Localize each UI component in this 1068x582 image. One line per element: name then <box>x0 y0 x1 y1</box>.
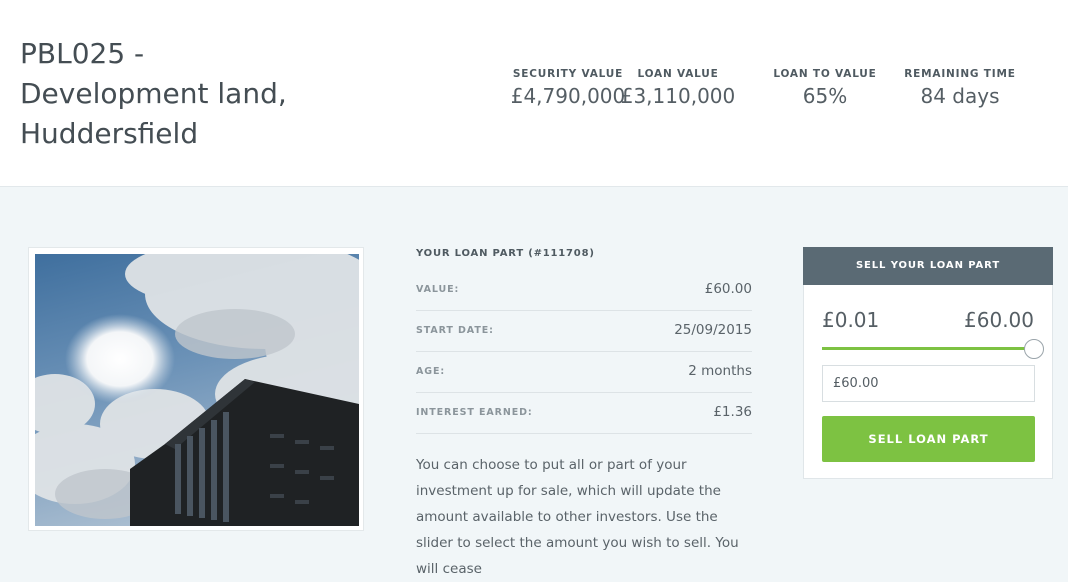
loan-part-heading: YOUR LOAN PART (#111708) <box>416 248 595 259</box>
detail-label: START DATE: <box>416 325 494 336</box>
stat-loan-value: LOAN VALUE £3,110,000 <box>613 68 743 108</box>
detail-value: £1.36 <box>713 404 752 420</box>
title-line-3: Huddersfield <box>20 117 199 150</box>
stat-label: REMAINING TIME <box>904 68 1016 80</box>
sell-panel-heading: SELL YOUR LOAN PART <box>803 247 1053 285</box>
stat-value: £3,110,000 <box>620 84 736 108</box>
detail-label: VALUE: <box>416 284 460 295</box>
title-line-1: PBL025 - <box>20 37 145 70</box>
page-title: PBL025 - Development land, Huddersfield <box>20 34 380 154</box>
sell-loan-part-panel: SELL YOUR LOAN PART £0.01 £60.00 SELL LO… <box>803 247 1053 479</box>
page-header: PBL025 - Development land, Huddersfield … <box>0 0 1068 187</box>
detail-row-age: AGE: 2 months <box>416 352 752 393</box>
amount-slider-handle[interactable] <box>1024 339 1044 359</box>
detail-value: 25/09/2015 <box>674 322 752 338</box>
title-line-2: Development land, <box>20 77 287 110</box>
sell-loan-part-button[interactable]: SELL LOAN PART <box>822 416 1035 462</box>
property-photo-frame <box>28 247 364 531</box>
amount-slider-track[interactable] <box>822 347 1034 350</box>
detail-row-value: VALUE: £60.00 <box>416 270 752 311</box>
detail-value: £60.00 <box>704 281 752 297</box>
stat-loan-to-value: LOAN TO VALUE 65% <box>760 68 890 108</box>
loan-part-details: YOUR LOAN PART (#111708) VALUE: £60.00 S… <box>416 248 752 582</box>
slider-max-label: £60.00 <box>964 308 1034 332</box>
stat-value: 65% <box>802 84 848 108</box>
stat-label: LOAN VALUE <box>637 68 719 80</box>
detail-label: AGE: <box>416 366 446 377</box>
slider-min-label: £0.01 <box>822 308 880 332</box>
detail-row-start-date: START DATE: 25/09/2015 <box>416 311 752 352</box>
stat-label: LOAN TO VALUE <box>773 68 877 80</box>
stat-value: 84 days <box>920 84 1000 108</box>
property-photo <box>35 254 359 526</box>
loan-stats: SECURITY VALUE £4,790,000 LOAN VALUE £3,… <box>508 68 1068 118</box>
sell-description: You can choose to put all or part of you… <box>416 457 739 577</box>
detail-label: INTEREST EARNED: <box>416 407 533 418</box>
detail-value: 2 months <box>688 363 752 379</box>
detail-row-interest-earned: INTEREST EARNED: £1.36 <box>416 393 752 434</box>
sell-amount-input[interactable] <box>822 365 1035 402</box>
stat-remaining-time: REMAINING TIME 84 days <box>900 68 1020 108</box>
